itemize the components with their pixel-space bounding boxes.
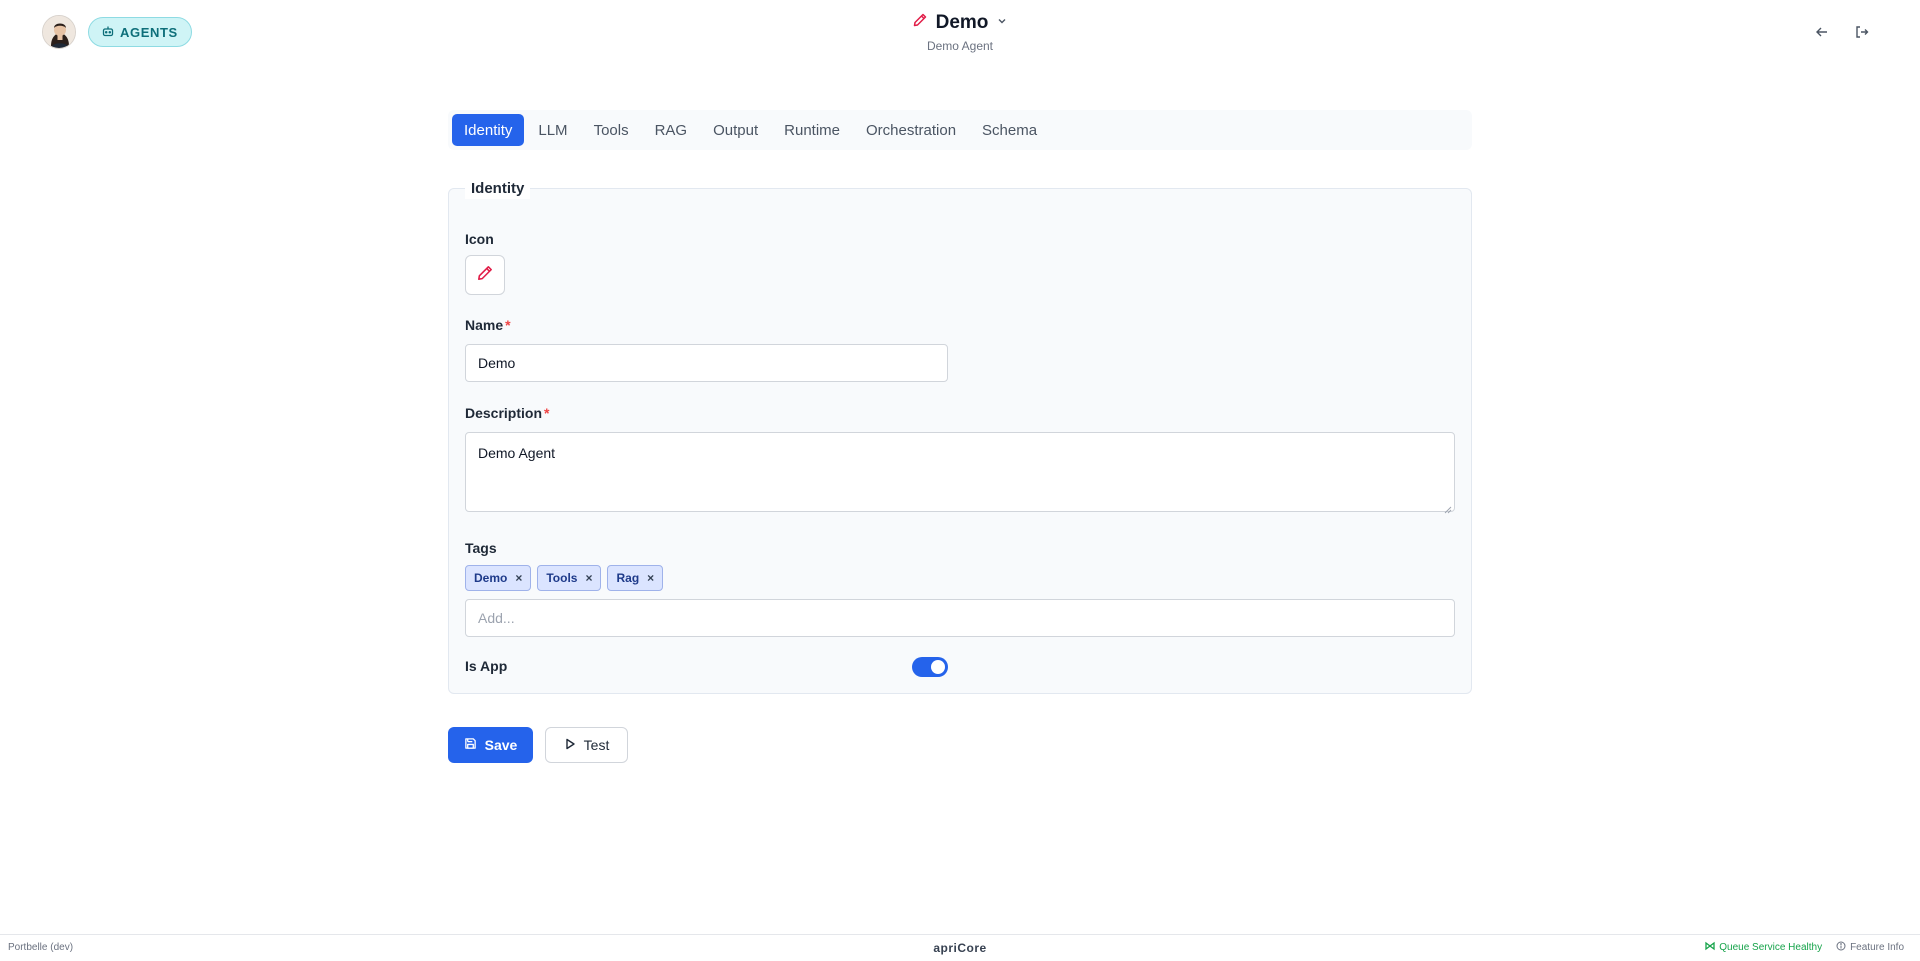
- is-app-label: Is App: [465, 658, 508, 674]
- tab-schema[interactable]: Schema: [970, 114, 1049, 146]
- save-button[interactable]: Save: [448, 727, 533, 763]
- name-label: Name *: [465, 317, 511, 333]
- footer-status: Queue Service Healthy Feature Info: [1705, 941, 1904, 954]
- identity-fieldset: Identity Icon Name * Demo Description * De…: [448, 179, 1472, 694]
- tag-remove-button[interactable]: ×: [515, 571, 522, 585]
- queue-status[interactable]: Queue Service Healthy: [1705, 941, 1822, 954]
- pencil-icon: [912, 12, 928, 33]
- test-button[interactable]: Test: [545, 727, 628, 763]
- avatar[interactable]: [42, 15, 76, 49]
- test-button-label: Test: [583, 737, 610, 753]
- feature-info-label: Feature Info: [1850, 942, 1904, 953]
- tag-chip: Tools ×: [537, 565, 602, 591]
- queue-status-label: Queue Service Healthy: [1719, 942, 1823, 953]
- icon-label: Icon: [465, 231, 494, 247]
- tab-llm[interactable]: LLM: [526, 114, 579, 146]
- tag-chip-label: Rag: [616, 571, 640, 585]
- identity-legend: Identity: [465, 179, 531, 199]
- tab-bar: Identity LLM Tools RAG Output Runtime Or…: [448, 110, 1472, 150]
- info-icon: [1836, 941, 1846, 954]
- tab-rag[interactable]: RAG: [643, 114, 700, 146]
- tab-tools[interactable]: Tools: [582, 114, 641, 146]
- brand-logo: apriCore: [933, 941, 987, 955]
- agents-badge-button[interactable]: AGENTS: [88, 17, 192, 47]
- tag-chip: Demo ×: [465, 565, 532, 591]
- tags-input[interactable]: Add...: [465, 599, 1455, 637]
- top-header: AGENTS Demo Demo Agent: [0, 0, 1920, 64]
- tag-chip-label: Demo: [474, 571, 508, 585]
- page-subtitle: Demo Agent: [926, 39, 994, 53]
- description-textarea[interactable]: Demo Agent: [465, 432, 1455, 514]
- tag-remove-button[interactable]: ×: [585, 571, 592, 585]
- footer: Portbelle (dev) apriCore Queue Service H…: [0, 934, 1920, 961]
- tab-identity[interactable]: Identity: [452, 114, 525, 146]
- name-input[interactable]: Demo: [465, 344, 948, 382]
- tag-chip: Rag ×: [607, 565, 664, 591]
- name-label-text: Name: [465, 317, 504, 333]
- page-title: Demo: [935, 11, 989, 33]
- page-title-block: Demo Demo Agent: [760, 10, 1160, 53]
- is-app-toggle[interactable]: [912, 657, 948, 677]
- tab-runtime[interactable]: Runtime: [772, 114, 852, 146]
- icon-picker-button[interactable]: [465, 255, 505, 295]
- tags-input-placeholder: Add...: [478, 610, 515, 626]
- save-button-label: Save: [484, 737, 518, 753]
- tag-chip-label: Tools: [546, 571, 578, 585]
- play-icon: [564, 737, 576, 753]
- name-input-value: Demo: [478, 355, 516, 371]
- required-mark: *: [544, 405, 550, 421]
- tags-label: Tags: [465, 540, 497, 556]
- toggle-knob: [931, 660, 945, 674]
- description-label: Description *: [465, 405, 549, 421]
- agents-badge-label: AGENTS: [120, 24, 178, 40]
- tag-list: Demo × Tools × Rag ×: [465, 565, 664, 591]
- chevron-down-icon[interactable]: [996, 14, 1008, 32]
- required-mark: *: [505, 317, 511, 333]
- healthy-icon: [1705, 941, 1715, 954]
- tab-output[interactable]: Output: [701, 114, 770, 146]
- description-textarea-value: Demo Agent: [478, 445, 556, 461]
- tab-orchestration[interactable]: Orchestration: [854, 114, 968, 146]
- description-label-text: Description: [465, 405, 543, 421]
- robot-icon: [102, 25, 114, 40]
- feature-info-link[interactable]: Feature Info: [1836, 941, 1904, 954]
- tag-remove-button[interactable]: ×: [647, 571, 654, 585]
- save-icon: [464, 737, 477, 753]
- logout-icon[interactable]: [1852, 22, 1872, 42]
- pencil-icon: [476, 264, 494, 287]
- resize-handle-icon[interactable]: [1444, 501, 1452, 514]
- arrow-left-icon[interactable]: [1812, 22, 1832, 42]
